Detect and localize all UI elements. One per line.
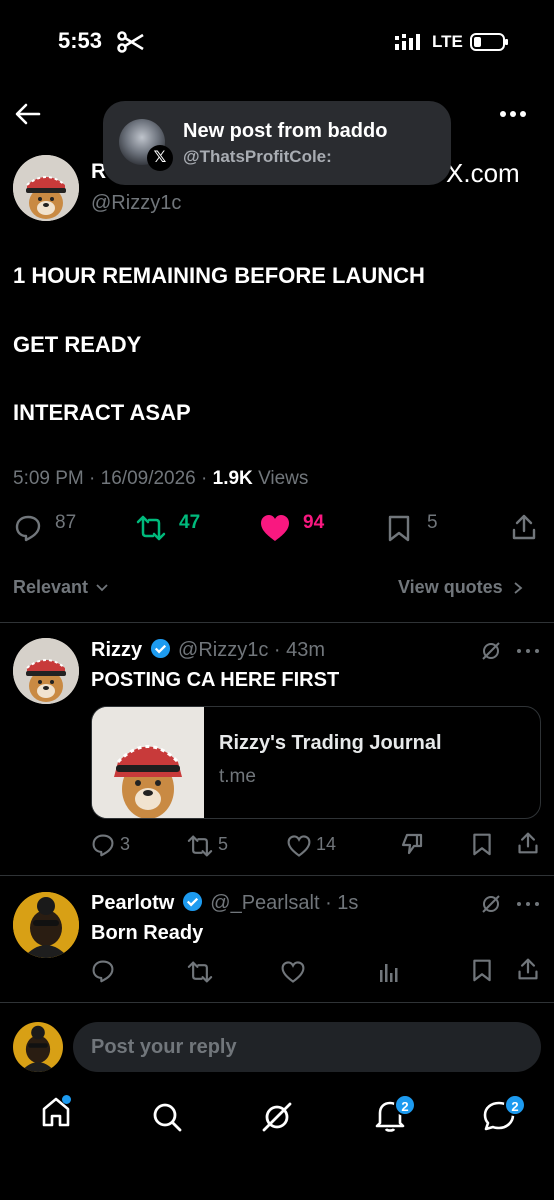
notification-handle: @ThatsProfitCole:	[183, 147, 332, 166]
post-text-line: GET READY	[13, 332, 142, 357]
x-logo-icon: 𝕏	[147, 145, 173, 171]
home-dot	[62, 1095, 71, 1104]
nav-grok[interactable]	[260, 1100, 294, 1134]
verified-badge-icon	[150, 638, 171, 659]
author-avatar[interactable]	[13, 155, 79, 221]
like-count: 94	[303, 512, 325, 533]
post-meta: 5:09 PM · 16/09/2026 · 1.9K Views	[13, 468, 309, 489]
chevron-down-icon	[95, 581, 109, 595]
sort-dropdown[interactable]: Relevant	[13, 577, 109, 598]
reply-author-name[interactable]: Rizzy	[91, 639, 142, 661]
scissors-icon	[117, 30, 145, 54]
reply-placeholder: Post your reply	[91, 1036, 237, 1058]
grok-icon[interactable]	[480, 640, 502, 662]
divider	[0, 622, 554, 623]
post-time: 5:09 PM	[13, 468, 84, 489]
view-quotes-label: View quotes	[398, 577, 503, 597]
post-date: 16/09/2026	[100, 468, 196, 489]
like-icon[interactable]	[286, 834, 312, 858]
reply-icon[interactable]	[91, 833, 115, 857]
like-icon[interactable]	[280, 960, 306, 984]
repost-icon[interactable]	[186, 960, 214, 984]
views-label: Views	[258, 468, 309, 489]
analytics-icon[interactable]	[378, 960, 400, 984]
reply-avatar[interactable]	[13, 638, 79, 704]
reply-text: POSTING CA HERE FIRST	[91, 669, 340, 691]
like-count: 14	[316, 834, 337, 854]
share-icon[interactable]	[517, 957, 539, 981]
chevron-right-icon	[512, 581, 524, 595]
nav-notifications[interactable]: 2	[374, 1094, 418, 1138]
author-handle[interactable]: @Rizzy1c	[91, 192, 181, 215]
battery-icon	[470, 33, 510, 51]
reply-input[interactable]: Post your reply	[73, 1022, 541, 1072]
post-text-line: INTERACT ASAP	[13, 400, 191, 425]
reply-avatar[interactable]	[13, 892, 79, 958]
search-icon	[153, 1103, 182, 1132]
grok-icon[interactable]	[480, 893, 502, 915]
notification-title: New post from baddo	[183, 120, 388, 142]
nav-search[interactable]	[151, 1101, 183, 1133]
dislike-icon[interactable]	[400, 832, 424, 856]
status-time: 5:53	[58, 28, 103, 53]
link-card[interactable]: Rizzy's Trading Journal t.me	[91, 706, 541, 819]
repost-count: 5	[218, 834, 229, 854]
notification-banner[interactable]: 𝕏 New post from baddo @ThatsProfitCole:	[103, 101, 451, 185]
reply-text: Born Ready	[91, 922, 204, 944]
post-text-line: 1 HOUR REMAINING BEFORE LAUNCH	[13, 263, 425, 288]
bookmark-icon[interactable]	[471, 958, 493, 982]
back-arrow-icon[interactable]	[14, 100, 42, 128]
more-options-icon[interactable]	[498, 104, 530, 124]
share-icon[interactable]	[517, 831, 539, 855]
repost-icon[interactable]	[186, 834, 214, 858]
verified-badge-icon	[182, 891, 203, 912]
grok-icon	[262, 1102, 292, 1132]
network-label: LTE	[432, 32, 463, 51]
reply-icon[interactable]	[14, 514, 42, 542]
composer-avatar	[13, 1022, 63, 1072]
card-domain: t.me	[219, 766, 256, 787]
repost-count: 47	[179, 512, 201, 533]
reply-author-handle[interactable]: @_Pearlsalt	[210, 892, 319, 914]
reply-more-icon[interactable]	[516, 900, 540, 908]
reply-header: Pearlotw @_Pearlsalt · 1s	[91, 891, 359, 914]
like-icon[interactable]	[259, 513, 291, 543]
reply-icon[interactable]	[91, 959, 115, 983]
reply-author-name[interactable]: Pearlotw	[91, 892, 174, 914]
card-image	[92, 707, 204, 818]
nav-home[interactable]	[40, 1095, 76, 1135]
reply-author-handle[interactable]: @Rizzy1c	[178, 639, 268, 661]
divider	[0, 875, 554, 876]
views-count: 1.9K	[212, 468, 253, 489]
divider	[0, 1002, 554, 1003]
bookmark-icon[interactable]	[471, 832, 493, 856]
messages-badge: 2	[504, 1094, 526, 1116]
view-quotes-link[interactable]: View quotes	[398, 577, 524, 598]
bookmark-icon[interactable]	[386, 514, 412, 542]
notifications-badge: 2	[394, 1094, 416, 1116]
sort-label: Relevant	[13, 577, 89, 597]
bookmark-count: 5	[427, 512, 438, 533]
signal-icon	[395, 32, 425, 52]
reply-count: 87	[55, 512, 77, 533]
reply-time: 43m	[286, 639, 326, 661]
nav-messages[interactable]: 2	[482, 1094, 526, 1138]
reply-time: 1s	[337, 892, 359, 914]
reply-more-icon[interactable]	[516, 647, 540, 655]
reply-header: Rizzy @Rizzy1c · 43m	[91, 638, 326, 661]
card-title: Rizzy's Trading Journal	[219, 732, 442, 754]
overlay-link-text: X.com	[446, 158, 520, 188]
share-icon[interactable]	[511, 513, 537, 541]
reply-count: 3	[120, 834, 131, 854]
repost-icon[interactable]	[135, 514, 167, 542]
